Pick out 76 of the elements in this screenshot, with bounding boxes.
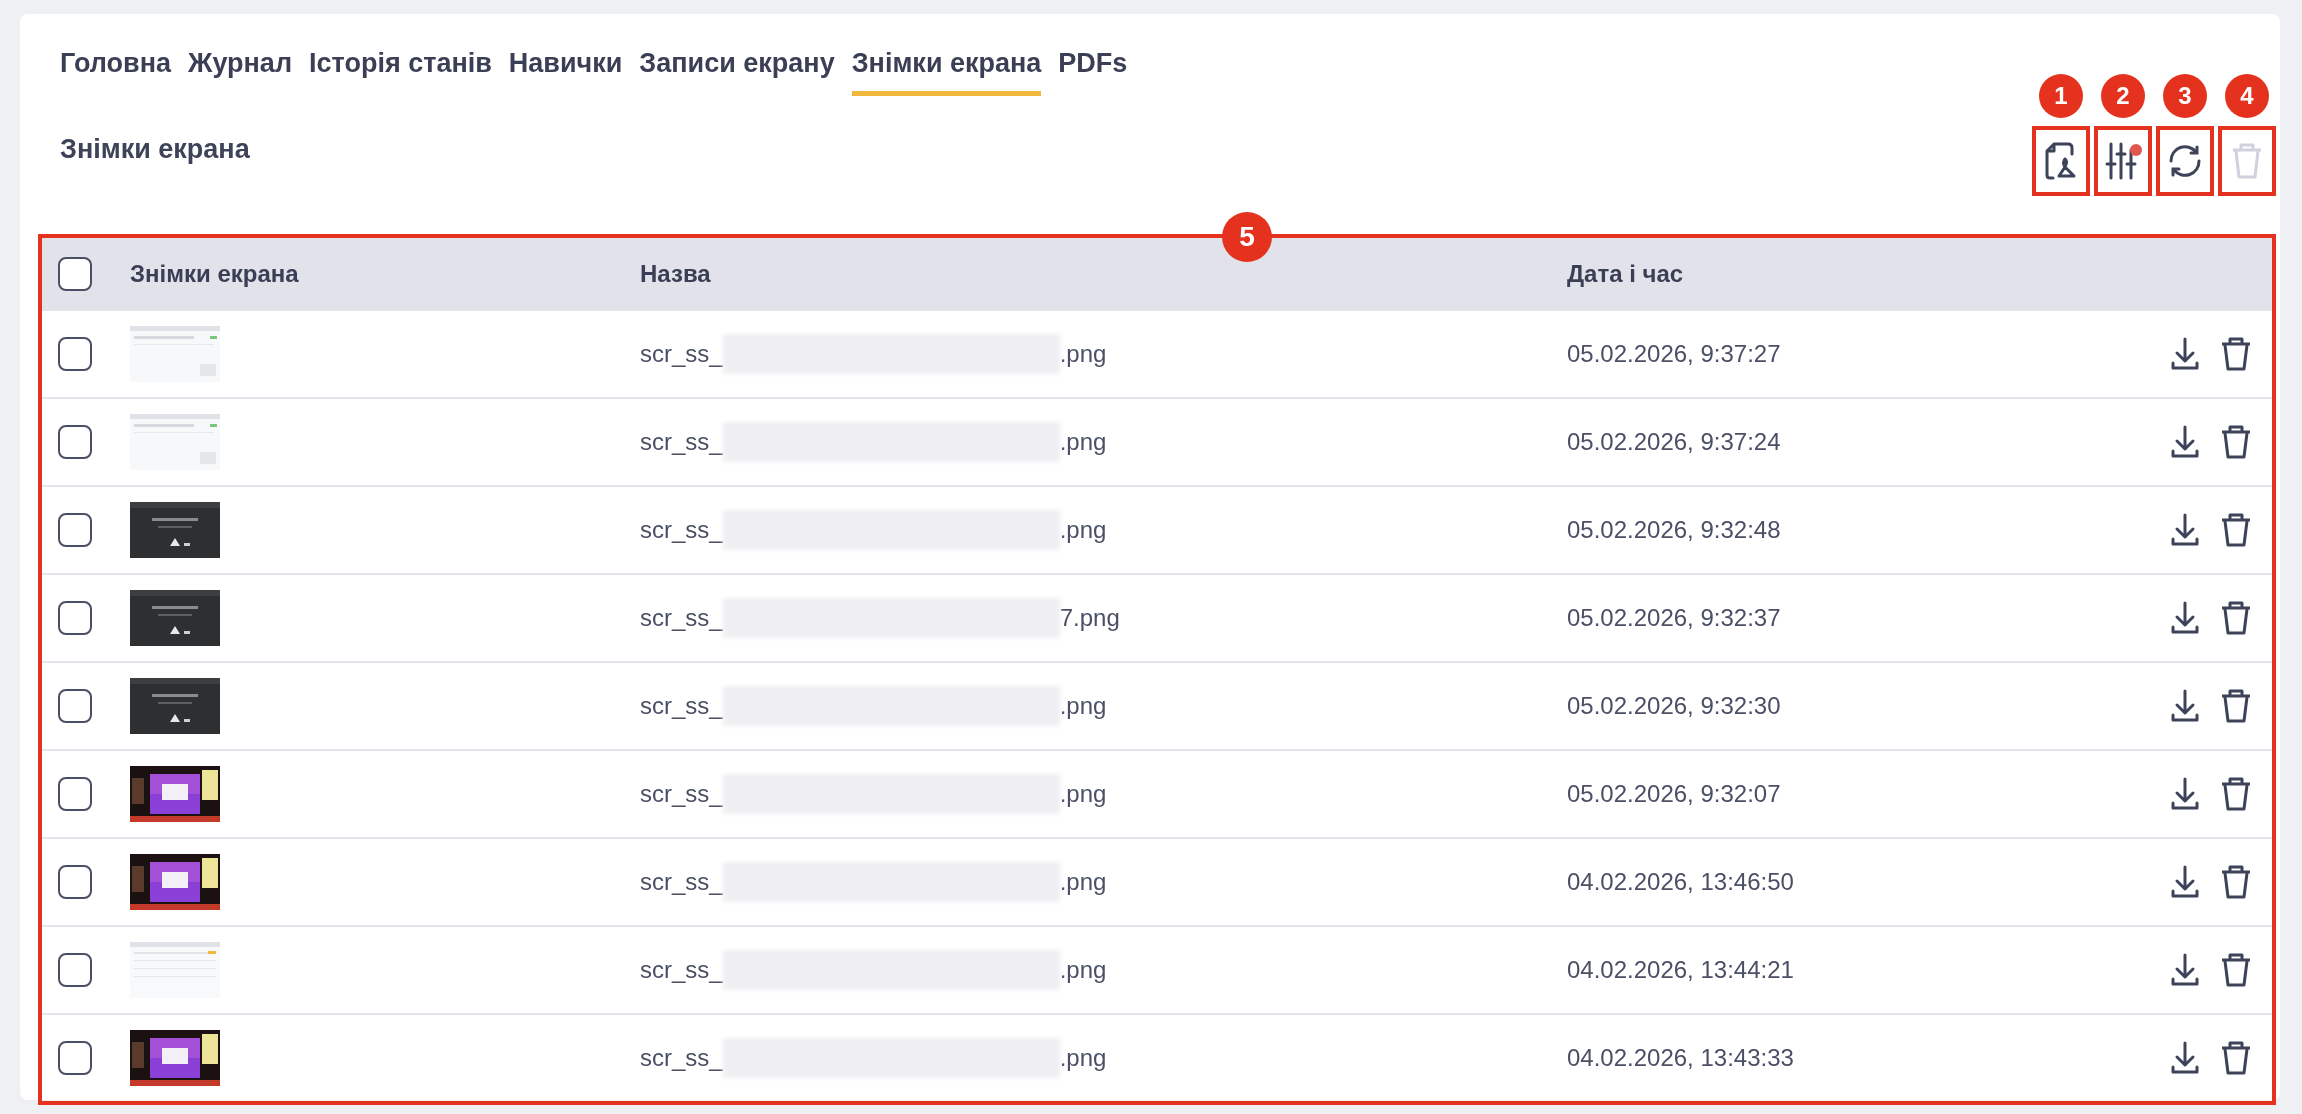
- tab[interactable]: Навички: [508, 48, 623, 96]
- file-name-end: .png: [1059, 692, 1107, 720]
- toolbar-button[interactable]: [2094, 126, 2152, 196]
- checkbox[interactable]: [58, 777, 92, 811]
- pdf-file-icon: [2044, 141, 2078, 181]
- file-name-start: scr_ss_: [640, 780, 723, 808]
- tab[interactable]: Історія станів: [309, 48, 492, 96]
- file-name-start: scr_ss_: [640, 340, 723, 368]
- checkbox[interactable]: [58, 513, 92, 547]
- file-name-end: .png: [1059, 340, 1107, 368]
- file-name-start: scr_ss_: [640, 868, 723, 896]
- tab[interactable]: Знімки екрана: [851, 48, 1042, 96]
- checkbox[interactable]: [58, 865, 92, 899]
- tab[interactable]: PDFs: [1058, 48, 1128, 96]
- date-time: 05.02.2026, 9:32:07: [1567, 780, 1781, 807]
- column-header: Дата і час: [1567, 259, 1684, 287]
- file-name-start: scr_ss_: [640, 692, 723, 720]
- checkbox[interactable]: [58, 601, 92, 635]
- toolbar-button[interactable]: [2156, 126, 2214, 196]
- trash-icon[interactable]: [2220, 424, 2252, 460]
- trash-icon[interactable]: [2220, 688, 2252, 724]
- checkbox[interactable]: [58, 689, 92, 723]
- file-name-end: .png: [1059, 1044, 1107, 1072]
- checkbox[interactable]: [58, 337, 92, 371]
- file-name-start: scr_ss_: [640, 428, 723, 456]
- download-icon[interactable]: [2170, 864, 2200, 900]
- download-icon[interactable]: [2170, 600, 2200, 636]
- file-name-start: scr_ss_: [640, 516, 723, 544]
- file-name-end: .png: [1059, 780, 1107, 808]
- trash-icon[interactable]: [2220, 776, 2252, 812]
- date-time: 05.02.2026, 9:32:37: [1567, 604, 1781, 631]
- checkbox[interactable]: [58, 256, 92, 291]
- date-time: 04.02.2026, 13:43:33: [1567, 1044, 1794, 1071]
- trash-icon[interactable]: [2220, 600, 2252, 636]
- checkbox[interactable]: [58, 1041, 92, 1075]
- date-time: 04.02.2026, 13:46:50: [1567, 868, 1794, 895]
- trash-icon[interactable]: [2220, 952, 2252, 988]
- download-icon[interactable]: [2170, 952, 2200, 988]
- toolbar-button[interactable]: [2032, 126, 2090, 196]
- trash-icon[interactable]: [2220, 336, 2252, 372]
- trash-icon[interactable]: [2220, 1040, 2252, 1076]
- column-header: Назва: [640, 259, 711, 288]
- file-name-end: .png: [1059, 516, 1107, 544]
- tab[interactable]: Записи екрану: [639, 48, 835, 96]
- page-title: Знімки екрана: [60, 133, 250, 165]
- file-name-start: scr_ss_: [640, 604, 723, 632]
- checkbox[interactable]: [58, 953, 92, 987]
- date-time: 05.02.2026, 9:37:27: [1567, 340, 1781, 367]
- tab[interactable]: Журнал: [188, 48, 293, 96]
- file-name-end: .png: [1059, 868, 1107, 896]
- annotation-marker: 5: [1222, 212, 1272, 262]
- annotation-marker: 4: [2225, 74, 2269, 118]
- trash-icon: [2230, 141, 2264, 181]
- trash-icon[interactable]: [2220, 864, 2252, 900]
- column-header: Знімки екрана: [130, 259, 299, 288]
- date-time: 04.02.2026, 13:44:21: [1567, 956, 1794, 983]
- download-icon[interactable]: [2170, 424, 2200, 460]
- date-time: 05.02.2026, 9:32:30: [1567, 692, 1781, 719]
- annotation-marker: 2: [2101, 74, 2145, 118]
- annotation-marker: 3: [2163, 74, 2207, 118]
- file-name-end: .png: [1059, 956, 1107, 984]
- tab[interactable]: Головна: [60, 48, 171, 96]
- file-name-end: 7.png: [1059, 604, 1120, 632]
- download-icon[interactable]: [2170, 336, 2200, 372]
- annotation-marker: 1: [2039, 74, 2083, 118]
- file-name-end: .png: [1059, 428, 1107, 456]
- download-icon[interactable]: [2170, 512, 2200, 548]
- download-icon[interactable]: [2170, 688, 2200, 724]
- trash-icon[interactable]: [2220, 512, 2252, 548]
- file-name-start: scr_ss_: [640, 1044, 723, 1072]
- date-time: 05.02.2026, 9:32:48: [1567, 516, 1781, 543]
- date-time: 05.02.2026, 9:37:24: [1567, 428, 1781, 455]
- download-icon[interactable]: [2170, 776, 2200, 812]
- file-name-start: scr_ss_: [640, 956, 723, 984]
- download-icon[interactable]: [2170, 1040, 2200, 1076]
- checkbox[interactable]: [58, 425, 92, 459]
